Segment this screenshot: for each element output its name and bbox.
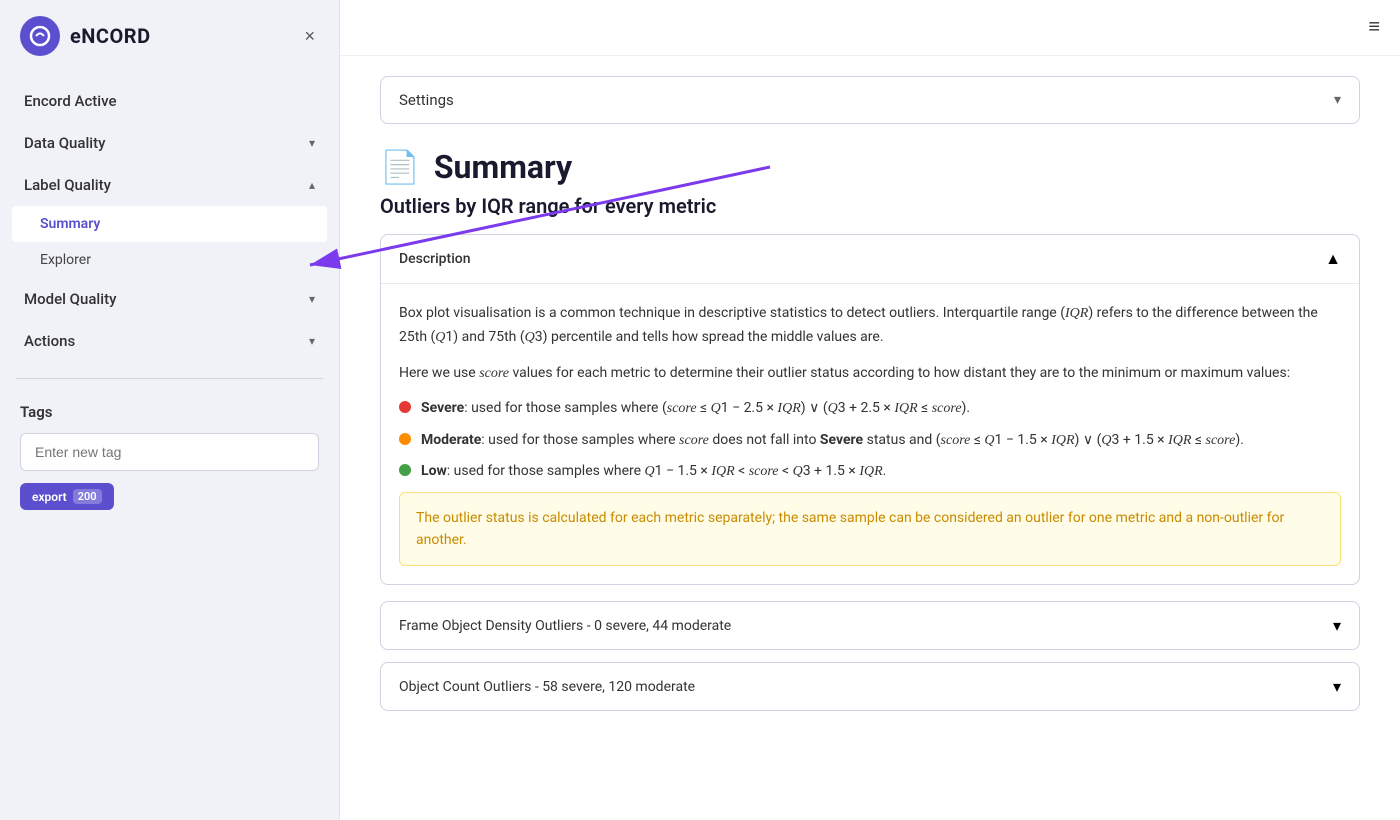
model-quality-chevron: ▾ <box>309 292 315 306</box>
warning-box: The outlier status is calculated for eac… <box>399 492 1341 567</box>
sidebar-item-actions[interactable]: Actions ▾ <box>0 320 339 362</box>
tag-input[interactable] <box>20 433 319 471</box>
settings-chevron-icon: ▾ <box>1334 92 1341 108</box>
low-text: Low: used for those samples where Q1 − 1… <box>421 460 886 483</box>
severe-dot <box>399 401 411 413</box>
low-dot <box>399 464 411 476</box>
close-button[interactable]: × <box>300 22 319 51</box>
moderate-dot <box>399 433 411 445</box>
object-count-row[interactable]: Object Count Outliers - 58 severe, 120 m… <box>380 662 1360 711</box>
frame-object-density-row[interactable]: Frame Object Density Outliers - 0 severe… <box>380 601 1360 650</box>
sidebar-header: eNCORD × <box>0 0 339 72</box>
data-quality-chevron: ▾ <box>309 136 315 150</box>
main-content: ≡ Settings ▾ 📄 Summary Outliers by IQR r… <box>340 0 1400 820</box>
description-collapse-icon: ▲ <box>1325 249 1341 269</box>
page-title: Summary <box>434 148 572 186</box>
sidebar-item-explorer[interactable]: Explorer <box>0 242 339 278</box>
settings-label: Settings <box>399 91 454 109</box>
logo-icon <box>20 16 60 56</box>
label-quality-chevron: ▴ <box>309 178 315 192</box>
object-count-chevron: ▾ <box>1333 677 1341 696</box>
page-title-area: 📄 Summary <box>380 148 1360 186</box>
sidebar-item-model-quality[interactable]: Model Quality ▾ <box>0 278 339 320</box>
outlier-moderate: Moderate: used for those samples where s… <box>399 429 1341 452</box>
frame-object-density-label: Frame Object Density Outliers - 0 severe… <box>399 618 731 634</box>
description-box: Description ▲ Box plot visualisation is … <box>380 234 1360 585</box>
tags-label: Tags <box>20 403 319 421</box>
section-subtitle: Outliers by IQR range for every metric <box>380 194 1360 218</box>
sidebar: eNCORD × Encord Active Data Quality ▾ La… <box>0 0 340 820</box>
description-title: Description <box>399 251 471 267</box>
outlier-low: Low: used for those samples where Q1 − 1… <box>399 460 1341 483</box>
outlier-severe: Severe: used for those samples where (sc… <box>399 397 1341 420</box>
logo-text: eNCORD <box>70 24 151 48</box>
description-header[interactable]: Description ▲ <box>381 235 1359 284</box>
sidebar-item-data-quality[interactable]: Data Quality ▾ <box>0 122 339 164</box>
description-para-2: Here we use score values for each metric… <box>399 362 1341 386</box>
severe-text: Severe: used for those samples where (sc… <box>421 397 970 420</box>
outlier-list: Severe: used for those samples where (sc… <box>399 397 1341 483</box>
top-bar: ≡ <box>340 0 1400 56</box>
sidebar-divider <box>16 378 323 379</box>
page-icon: 📄 <box>380 148 420 186</box>
export-button[interactable]: export 200 <box>20 483 114 510</box>
moderate-text: Moderate: used for those samples where s… <box>421 429 1244 452</box>
sidebar-item-label-quality[interactable]: Label Quality ▴ <box>0 164 339 206</box>
tags-section: Tags export 200 <box>0 387 339 526</box>
description-para-1: Box plot visualisation is a common techn… <box>399 302 1341 350</box>
actions-chevron: ▾ <box>309 334 315 348</box>
frame-object-density-chevron: ▾ <box>1333 616 1341 635</box>
settings-dropdown[interactable]: Settings ▾ <box>380 76 1360 124</box>
object-count-label: Object Count Outliers - 58 severe, 120 m… <box>399 679 695 695</box>
sidebar-item-encord-active[interactable]: Encord Active <box>0 80 339 122</box>
description-content: Box plot visualisation is a common techn… <box>381 284 1359 584</box>
sidebar-item-summary[interactable]: Summary <box>12 206 327 242</box>
content-area: Settings ▾ 📄 Summary Outliers by IQR ran… <box>340 56 1400 820</box>
nav-section: Encord Active Data Quality ▾ Label Quali… <box>0 72 339 370</box>
logo-area: eNCORD <box>20 16 151 56</box>
hamburger-button[interactable]: ≡ <box>1368 16 1380 39</box>
